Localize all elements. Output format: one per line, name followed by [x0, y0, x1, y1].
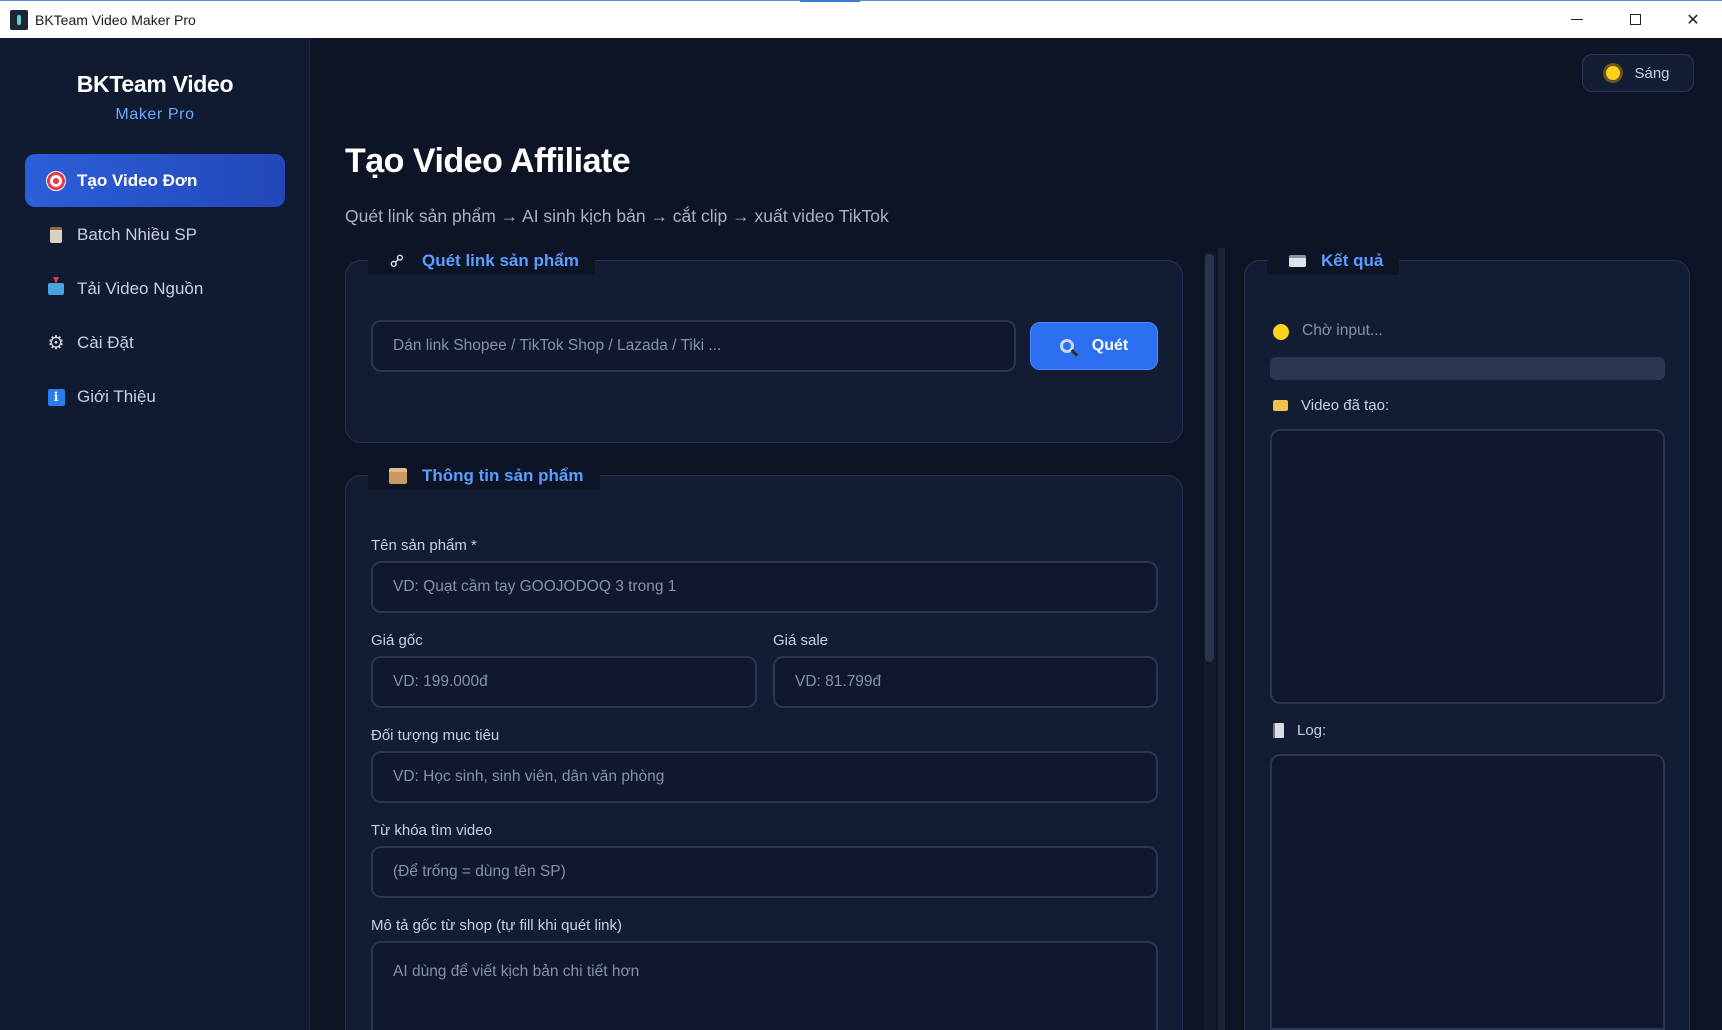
sidebar-item-batch[interactable]: Batch Nhiều SP [25, 209, 285, 261]
log-text: Log: [1297, 722, 1327, 739]
sidebar-item-label: Tải Video Nguồn [77, 279, 204, 298]
page-title: Tạo Video Affiliate [345, 142, 631, 180]
sidebar-item-gioi-thieu[interactable]: i Giới Thiệu [25, 371, 285, 423]
created-videos-text: Video đã tạo: [1301, 397, 1390, 414]
sidebar-item-label: Cài Đặt [77, 333, 134, 352]
maximize-icon [1629, 14, 1641, 25]
video-keyword-label: Từ khóa tìm video [371, 822, 492, 839]
close-icon: ✕ [1686, 11, 1700, 29]
app-icon [10, 9, 28, 30]
product-name-placeholder: VD: Quạt cầm tay GOOJODOQ 3 trong 1 [393, 578, 677, 595]
scan-button-label: Quét [1091, 337, 1129, 354]
close-button[interactable]: ✕ [1664, 1, 1722, 38]
card-icon [1287, 251, 1307, 271]
video-keyword-input[interactable]: (Để trống = dùng tên SP) [371, 846, 1158, 898]
clipboard-icon [45, 224, 67, 246]
log-icon [1273, 723, 1284, 738]
target-audience-placeholder: VD: Học sinh, sinh viên, dân văn phòng [393, 768, 665, 785]
video-keyword-placeholder: (Để trống = dùng tên SP) [393, 863, 566, 880]
sidebar-item-label: Batch Nhiều SP [77, 225, 198, 244]
status-text: Chờ input... [1302, 322, 1383, 339]
sidebar-nav: Tạo Video Đơn Batch Nhiều SP Tải Video N… [25, 154, 285, 425]
scan-button[interactable]: Quét [1030, 322, 1158, 370]
shop-description-label: Mô tả gốc từ shop (tự fill khi quét link… [371, 917, 623, 934]
created-videos-list[interactable] [1270, 429, 1665, 704]
minimize-icon [1571, 19, 1583, 20]
brand-title: BKTeam Video [76, 71, 234, 97]
product-name-input[interactable]: VD: Quạt cầm tay GOOJODOQ 3 trong 1 [371, 561, 1158, 613]
product-url-input[interactable]: Dán link Shopee / TikTok Shop / Lazada /… [371, 320, 1016, 372]
original-price-input[interactable]: VD: 199.000đ [371, 656, 757, 708]
original-price-placeholder: VD: 199.000đ [393, 673, 488, 690]
maximize-button[interactable] [1606, 1, 1664, 38]
link-icon: ⚯ [385, 248, 411, 274]
status-indicator [1273, 324, 1289, 340]
window-titlebar: BKTeam Video Maker Pro ✕ [0, 0, 1722, 38]
sidebar-item-label: Tạo Video Đơn [77, 170, 198, 190]
progress-bar [1270, 357, 1665, 380]
sale-price-placeholder: VD: 81.799đ [795, 673, 882, 690]
product-info-title: Thông tin sản phẩm [422, 466, 584, 485]
form-scrollbar-thumb[interactable] [1205, 254, 1214, 662]
theme-toggle-label: Sáng [1634, 64, 1670, 82]
result-legend: Kết quả [1267, 247, 1400, 275]
sidebar-item-label: Giới Thiệu [77, 387, 156, 406]
gear-icon: ⚙ [47, 332, 65, 354]
info-icon: i [45, 386, 67, 408]
shop-description-textarea[interactable]: AI dùng để viết kịch bản chi tiết hơn [371, 941, 1158, 1030]
scan-link-title: Quét link sản phẩm [422, 251, 579, 270]
sidebar-item-tao-video-don[interactable]: Tạo Video Đơn [25, 154, 285, 207]
product-info-legend: Thông tin sản phẩm [368, 462, 600, 490]
log-output[interactable] [1270, 754, 1665, 1030]
theme-toggle-button[interactable]: Sáng [1582, 54, 1694, 92]
shop-description-placeholder: AI dùng để viết kịch bản chi tiết hơn [393, 963, 640, 980]
result-title: Kết quả [1321, 251, 1384, 270]
magnifier-icon [1059, 339, 1074, 353]
sidebar: BKTeam Video Maker Pro Tạo Video Đơn Bat… [0, 38, 310, 1030]
target-audience-input[interactable]: VD: Học sinh, sinh viên, dân văn phòng [371, 751, 1158, 803]
package-icon [388, 466, 408, 486]
pane-splitter[interactable] [1218, 248, 1225, 1030]
folder-icon [1273, 400, 1288, 411]
target-audience-label: Đối tượng mục tiêu [371, 727, 500, 744]
sun-icon [1606, 66, 1621, 80]
sidebar-item-cai-dat[interactable]: ⚙ Cài Đặt [25, 317, 285, 369]
window-controls: ✕ [1548, 1, 1722, 38]
created-videos-label: Video đã tạo: [1273, 397, 1389, 414]
sale-price-label: Giá sale [773, 632, 829, 649]
product-name-label: Tên sản phẩm * [371, 537, 477, 554]
download-icon [45, 277, 67, 300]
sale-price-input[interactable]: VD: 81.799đ [773, 656, 1158, 708]
page-subtitle: Quét link sản phẩm → AI sinh kịch bản → … [345, 206, 889, 226]
original-price-label: Giá gốc [371, 632, 423, 649]
window-title: BKTeam Video Maker Pro [35, 11, 196, 28]
product-url-placeholder: Dán link Shopee / TikTok Shop / Lazada /… [393, 337, 722, 354]
log-label: Log: [1273, 722, 1326, 739]
target-icon [45, 170, 67, 192]
scan-link-legend: ⚯ Quét link sản phẩm [368, 247, 595, 275]
minimize-button[interactable] [1548, 1, 1606, 38]
titlebar-accent-line [800, 0, 860, 2]
sidebar-item-tai-video-nguon[interactable]: Tải Video Nguồn [25, 263, 285, 315]
brand-subtitle: Maker Pro [115, 106, 195, 123]
